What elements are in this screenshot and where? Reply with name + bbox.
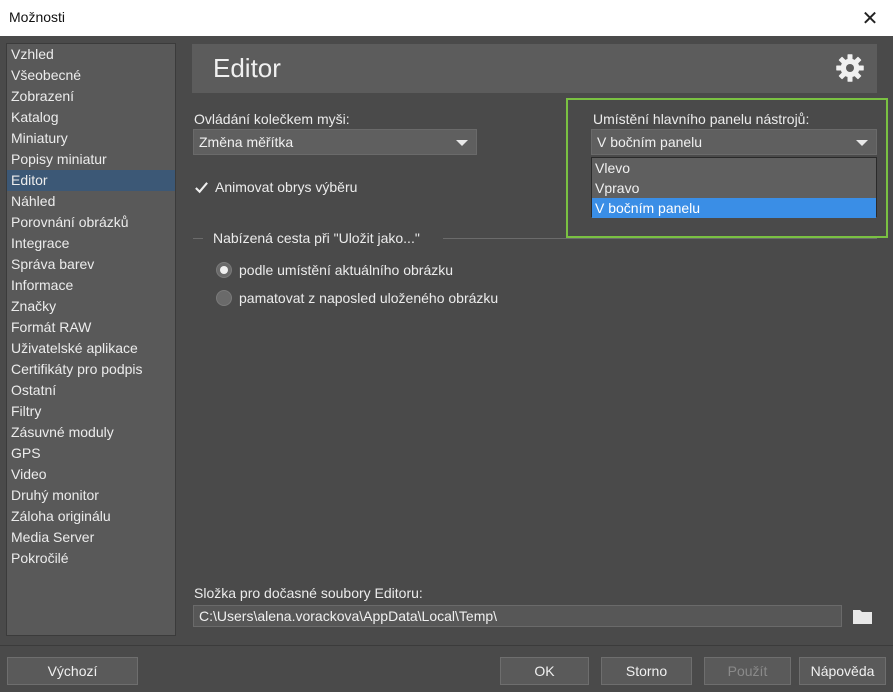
title-bar: Možnosti ✕ [0,0,893,36]
toolbar-position-select[interactable]: V bočním panelu [591,129,877,155]
close-button[interactable]: ✕ [847,0,893,36]
radio-button [216,290,232,306]
sidebar-item-video[interactable]: Video [7,464,175,485]
sidebar: Vzhled Všeobecné Zobrazení Katalog Minia… [6,43,176,636]
radio-button-selected [216,262,232,278]
sidebar-item-media-server[interactable]: Media Server [7,527,175,548]
save-option-current-radio[interactable]: podle umístění aktuálního obrázku [216,262,453,278]
chevron-down-icon [856,140,868,146]
help-button[interactable]: Nápověda [799,657,886,685]
sidebar-item-druhy-monitor[interactable]: Druhý monitor [7,485,175,506]
sidebar-item-integrace[interactable]: Integrace [7,233,175,254]
sidebar-item-miniatury[interactable]: Miniatury [7,128,175,149]
sidebar-item-vseobecne[interactable]: Všeobecné [7,65,175,86]
sidebar-item-uzivatelske-aplikace[interactable]: Uživatelské aplikace [7,338,175,359]
sidebar-item-popisy-miniatur[interactable]: Popisy miniatur [7,149,175,170]
save-option-current-label: podle umístění aktuálního obrázku [239,262,453,278]
sidebar-item-informace[interactable]: Informace [7,275,175,296]
folder-icon[interactable] [853,608,872,624]
bottom-divider [0,645,893,646]
toolbar-position-options: Vlevo Vpravo V bočním panelu [591,157,877,217]
sidebar-item-ostatni[interactable]: Ostatní [7,380,175,401]
sidebar-item-format-raw[interactable]: Formát RAW [7,317,175,338]
ok-button[interactable]: OK [500,657,589,685]
group-divider-right [443,238,877,239]
save-option-last-radio[interactable]: pamatovat z naposled uloženého obrázku [216,290,498,306]
sidebar-item-certifikaty[interactable]: Certifikáty pro podpis [7,359,175,380]
group-divider-left [193,238,203,239]
sidebar-item-pokrocile[interactable]: Pokročilé [7,548,175,569]
sidebar-item-znacky[interactable]: Značky [7,296,175,317]
save-option-last-label: pamatovat z naposled uloženého obrázku [239,290,498,306]
toolbar-position-label: Umístění hlavního panelu nástrojů: [593,111,809,127]
sidebar-item-zaloha-originalu[interactable]: Záloha originálu [7,506,175,527]
sidebar-item-porovnani-obrazku[interactable]: Porovnání obrázků [7,212,175,233]
animate-label: Animovat obrys výběru [215,179,357,195]
option-vlevo[interactable]: Vlevo [592,158,876,178]
section-header: Editor [192,44,877,93]
option-vpravo[interactable]: Vpravo [592,178,876,198]
temp-folder-label: Složka pro dočasné soubory Editoru: [194,585,423,601]
sidebar-item-gps[interactable]: GPS [7,443,175,464]
sidebar-item-nahled[interactable]: Náhled [7,191,175,212]
sidebar-item-katalog[interactable]: Katalog [7,107,175,128]
gear-icon[interactable] [835,53,865,83]
wheel-label: Ovládání kolečkem myši: [194,111,350,127]
page-title: Editor [213,53,281,84]
sidebar-item-sprava-barev[interactable]: Správa barev [7,254,175,275]
close-icon: ✕ [862,6,879,31]
cancel-button[interactable]: Storno [601,657,692,685]
sidebar-item-zobrazeni[interactable]: Zobrazení [7,86,175,107]
sidebar-item-vzhled[interactable]: Vzhled [7,44,175,65]
temp-folder-input[interactable]: C:\Users\alena.vorackova\AppData\Local\T… [193,605,842,627]
chevron-down-icon [456,140,468,146]
wheel-select-value: Změna měřítka [199,134,293,150]
save-path-group-label: Nabízená cesta při "Uložit jako..." [213,230,420,246]
sidebar-item-zasuvne-moduly[interactable]: Zásuvné moduly [7,422,175,443]
sidebar-item-filtry[interactable]: Filtry [7,401,175,422]
apply-button[interactable]: Použít [704,657,791,685]
option-v-bocnim-panelu[interactable]: V bočním panelu [592,198,876,218]
window-title: Možnosti [9,9,65,25]
sidebar-item-editor[interactable]: Editor [7,170,175,191]
default-button[interactable]: Výchozí [7,657,138,685]
checkmark-icon [194,180,209,195]
animate-checkbox[interactable]: Animovat obrys výběru [194,179,357,195]
wheel-select[interactable]: Změna měřítka [193,129,477,155]
toolbar-position-value: V bočním panelu [597,134,702,150]
